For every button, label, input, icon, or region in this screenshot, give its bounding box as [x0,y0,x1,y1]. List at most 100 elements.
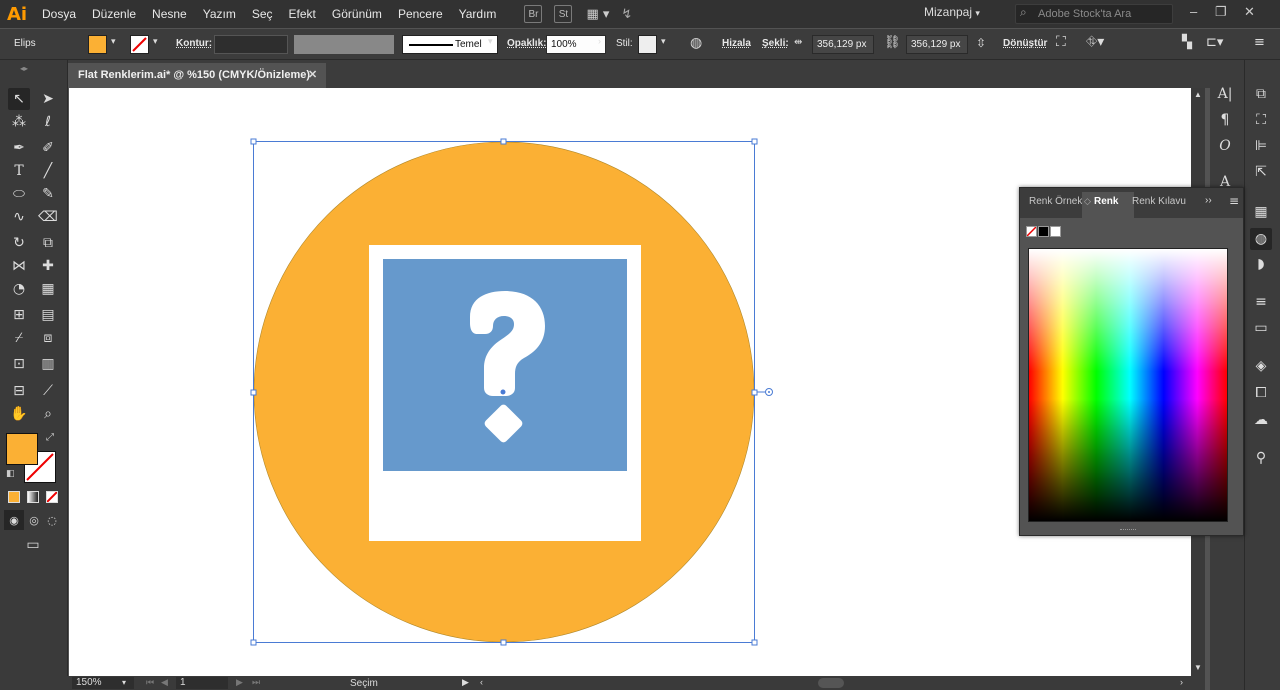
arrange-documents-icon[interactable]: ▦ ▾ [586,7,609,22]
handle-top-center[interactable] [500,138,507,145]
tools-panel-grip[interactable]: ◂▸ [20,64,28,73]
shaper-tool-icon[interactable]: ∿ [8,206,30,228]
black-color-chip[interactable] [1038,226,1049,237]
chevron-down-icon[interactable]: ▾ [111,36,116,47]
eraser-tool-icon[interactable]: ⌫ [37,206,59,228]
rotate-tool-icon[interactable]: ↻ [8,232,30,254]
brush-definition[interactable]: Temel [402,35,498,54]
column-graph-tool-icon[interactable]: ▥ [37,353,59,375]
shape-link[interactable]: Şekli: [762,38,789,49]
close-tab-icon[interactable]: ✕ [308,63,317,88]
shape-builder-tool-icon[interactable]: ◔ [8,278,30,300]
selection-tool-icon[interactable]: ↖ [8,88,30,110]
eyedropper-tool-icon[interactable]: ⌿ [8,327,30,349]
scroll-down-icon[interactable]: ▼ [1194,663,1202,672]
ellipse-tool-icon[interactable]: ⬭ [8,183,30,205]
none-color-chip[interactable] [1026,226,1037,237]
chevron-down-icon[interactable]: ▾ [488,36,493,47]
blend-tool-icon[interactable]: ⧈ [37,327,59,349]
handle-middle-left[interactable] [250,389,257,396]
none-mode-button[interactable] [46,491,58,503]
handle-bottom-center[interactable] [500,639,507,646]
menu-type[interactable]: Yazım [195,0,244,28]
horizontal-scroll-thumb[interactable] [818,678,844,688]
chevron-down-icon[interactable]: ▾ [153,36,158,47]
mesh-tool-icon[interactable]: ⊞ [8,304,30,326]
paragraph-panel-icon[interactable]: ¶ [1214,109,1236,131]
anchor-point[interactable] [500,389,506,395]
opacity-label[interactable]: Opaklık: [507,38,546,49]
panel-menu-icon[interactable]: ≡ [1254,35,1265,50]
handle-bottom-right[interactable] [751,639,758,646]
first-artboard-icon[interactable]: ⏮ [146,677,154,688]
links-panel-icon[interactable]: ⚲ [1250,447,1272,469]
opentype-panel-icon[interactable]: O [1214,135,1236,157]
color-panel-icon[interactable]: ◍ [1250,228,1272,250]
draw-behind-icon[interactable]: ◎ [24,510,44,530]
artboard-tool-icon[interactable]: ⊟ [8,380,30,402]
transform-panel-icon[interactable]: ⛶ [1250,109,1272,131]
libraries-panel-icon[interactable]: ☁ [1250,409,1272,431]
previous-artboard-icon[interactable]: ◀ [161,677,168,688]
menu-file[interactable]: Dosya [34,0,84,28]
scroll-left-icon[interactable]: ‹ [480,677,483,687]
tab-color[interactable]: Renk [1094,196,1118,207]
chevron-right-icon[interactable]: › [598,36,601,46]
more-tabs-icon[interactable]: ›› [1205,195,1212,206]
gradient-panel-icon[interactable]: ▭ [1250,317,1272,339]
character-panel-icon[interactable]: A| [1214,83,1236,105]
bridge-icon[interactable]: Br [524,5,543,23]
paintbrush-tool-icon[interactable]: ✎ [37,183,59,205]
tab-swatches[interactable]: Renk Örnek [1029,196,1082,207]
pathfinder-panel-icon[interactable]: ⧉ [1250,83,1272,105]
zoom-tool-icon[interactable]: ⌕ [37,403,59,425]
width-tool-icon[interactable]: ⋈ [8,255,30,277]
graphic-style-swatch[interactable] [638,35,657,54]
zoom-select[interactable]: 150% ▾ [72,677,134,689]
swap-fill-stroke-icon[interactable]: ⤢ [46,432,54,443]
stock-icon[interactable]: St [554,5,573,23]
artboards-panel-icon[interactable]: ⧠ [1250,382,1272,404]
handle-middle-right[interactable] [751,389,758,396]
arrange-icon[interactable]: ▚ [1182,35,1192,50]
minimize-icon[interactable]: ‒ [1190,4,1197,19]
stroke-weight-stepper[interactable] [214,35,288,54]
gradient-mode-button[interactable] [27,491,39,503]
gradient-tool-icon[interactable]: ▤ [37,304,59,326]
swatches-panel-icon[interactable]: ▦ [1250,201,1272,223]
recolor-artwork-icon[interactable]: ◍ [690,35,702,51]
line-segment-tool-icon[interactable]: ╱ [37,160,59,182]
menu-edit[interactable]: Düzenle [84,0,144,28]
color-guide-panel-icon[interactable]: ◗ [1250,253,1272,275]
workspace-switcher[interactable]: Mizanpaj ▾ [924,5,980,19]
menu-select[interactable]: Seç [244,0,281,28]
width-input[interactable]: 356,129 px [812,35,874,54]
stroke-panel-icon[interactable]: ≡ [1250,291,1272,313]
transform-each-icon[interactable]: ⛶ [1056,34,1066,50]
artboard-number-select[interactable]: 1 [176,677,228,689]
direct-selection-tool-icon[interactable]: ➤ [37,88,59,110]
menu-view[interactable]: Görünüm [324,0,390,28]
scroll-up-icon[interactable]: ▲ [1194,90,1202,99]
magic-wand-tool-icon[interactable]: ⁂ [8,111,30,133]
handle-bottom-left[interactable] [250,639,257,646]
symbol-sprayer-tool-icon[interactable]: ⊡ [8,353,30,375]
draw-normal-icon[interactable]: ◉ [4,510,24,530]
type-tool-icon[interactable]: T [8,160,30,182]
panel-menu-icon[interactable]: ≡ [1229,194,1239,208]
stock-search-input[interactable]: Adobe Stock'ta Ara [1015,4,1173,24]
puppet-warp-icon[interactable]: ⛗▾ [1086,34,1104,50]
scale-tool-icon[interactable]: ⧉ [37,232,59,254]
lasso-tool-icon[interactable]: ℓ [37,111,59,133]
export-panel-icon[interactable]: ⇱ [1250,161,1272,183]
chevron-down-icon[interactable]: ▾ [661,36,666,47]
align-link[interactable]: Hizala [722,38,751,49]
document-tab[interactable]: Flat Renklerim.ai* @ %150 (CMYK/Önizleme… [68,63,326,88]
align-panel-icon[interactable]: ⊫ [1250,135,1272,157]
opacity-input[interactable]: 100% [546,35,606,54]
panel-resize-grip[interactable] [1120,529,1136,532]
handle-top-right[interactable] [751,138,758,145]
menu-window[interactable]: Pencere [390,0,451,28]
isolate-icon[interactable]: ⊏▾ [1206,35,1223,50]
perspective-grid-tool-icon[interactable]: ▦ [37,278,59,300]
